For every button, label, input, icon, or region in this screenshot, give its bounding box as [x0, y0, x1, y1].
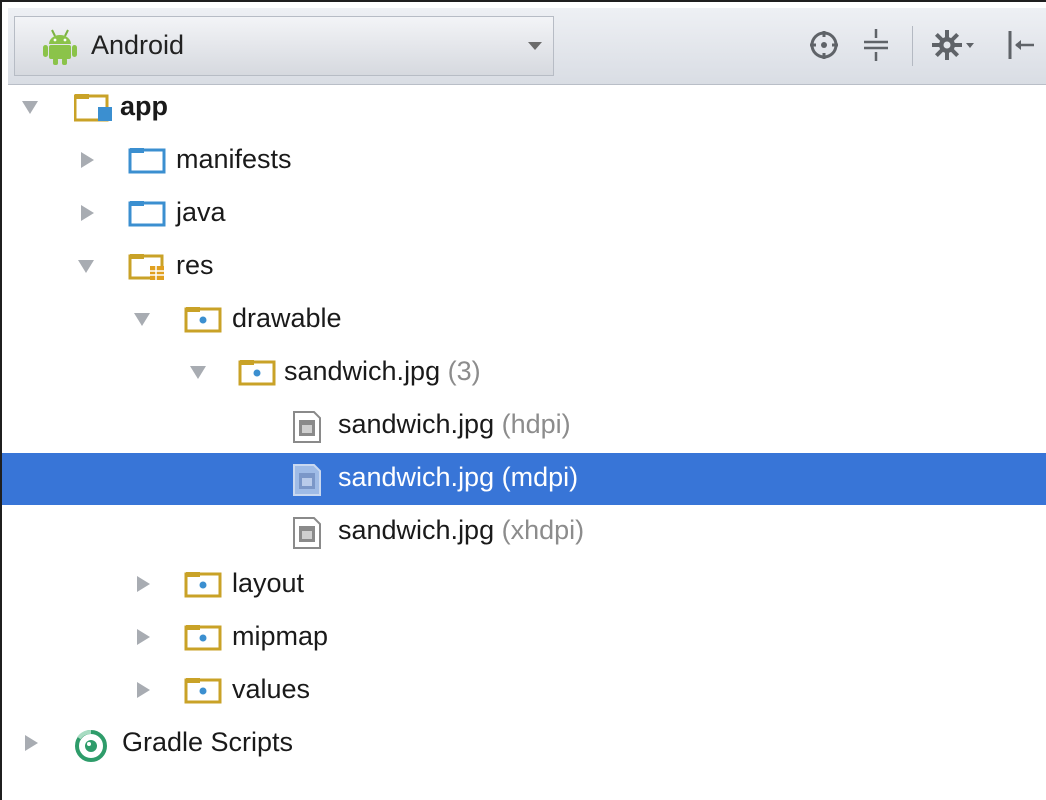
tree-item-label: drawable: [232, 303, 342, 333]
crosshair-icon[interactable]: [806, 27, 842, 63]
tree-item-manifests[interactable]: manifests: [2, 135, 1046, 187]
tree-item-label: app: [120, 91, 169, 121]
expanded-arrow-icon[interactable]: [22, 99, 40, 117]
collapsed-arrow-icon[interactable]: [78, 152, 96, 170]
tree-item-gradle-scripts[interactable]: Gradle Scripts: [2, 718, 1046, 770]
tree-item-mipmap[interactable]: mipmap: [2, 612, 1046, 664]
view-selector-dropdown[interactable]: Android: [14, 16, 554, 76]
tree-item-res[interactable]: res: [2, 241, 1046, 293]
file-name: sandwich.jpg: [338, 409, 495, 439]
package-folder-icon: [184, 307, 222, 333]
collapse-all-icon[interactable]: [858, 27, 894, 63]
chevron-down-icon: [528, 42, 542, 50]
tree-item-label: sandwich.jpg (3): [284, 356, 481, 387]
collapsed-arrow-icon[interactable]: [134, 682, 152, 700]
tree-item-label: layout: [232, 568, 305, 598]
file-name: sandwich.jpg: [284, 356, 441, 386]
image-file-icon: [293, 464, 321, 496]
expanded-arrow-icon[interactable]: [78, 258, 96, 276]
tree-item-label: Gradle Scripts: [122, 727, 294, 757]
density-qualifier: (xhdpi): [501, 515, 585, 545]
file-name: sandwich.jpg: [338, 515, 495, 545]
tree-item-label: sandwich.jpg (xhdpi): [338, 515, 584, 546]
resource-folder-icon: [128, 254, 164, 280]
package-folder-icon: [184, 625, 222, 651]
tree-item-sandwich-mdpi[interactable]: sandwich.jpg (mdpi): [2, 453, 1046, 505]
file-count: (3): [447, 356, 481, 386]
collapsed-arrow-icon[interactable]: [134, 576, 152, 594]
tree-item-label: java: [176, 197, 226, 227]
tree-item-sandwich-hdpi[interactable]: sandwich.jpg (hdpi): [2, 400, 1046, 452]
collapsed-arrow-icon[interactable]: [78, 205, 96, 223]
image-file-icon: [293, 517, 321, 549]
tree-item-label: mipmap: [232, 621, 329, 651]
tree-item-values[interactable]: values: [2, 665, 1046, 717]
tree-item-label: sandwich.jpg (hdpi): [338, 409, 571, 440]
gradle-icon: [75, 730, 107, 762]
gear-icon[interactable]: [930, 27, 976, 63]
module-folder-icon: [74, 94, 112, 122]
package-folder-icon: [184, 572, 222, 598]
package-folder-icon: [238, 360, 276, 386]
density-qualifier: (mdpi): [501, 462, 579, 492]
tree-item-sandwich-group[interactable]: sandwich.jpg (3): [2, 347, 1046, 399]
toolbar-separator: [912, 26, 913, 66]
tree-item-java[interactable]: java: [2, 188, 1046, 240]
hide-icon[interactable]: [1004, 27, 1040, 63]
tree-item-label: sandwich.jpg (mdpi): [338, 462, 578, 493]
project-toolbar: Android: [8, 8, 1046, 85]
tree-item-app[interactable]: app: [2, 82, 1046, 134]
density-qualifier: (hdpi): [501, 409, 571, 439]
file-name: sandwich.jpg: [338, 462, 495, 492]
package-folder-icon: [184, 678, 222, 704]
collapsed-arrow-icon[interactable]: [22, 735, 40, 753]
collapsed-arrow-icon[interactable]: [134, 629, 152, 647]
tree-item-label: res: [176, 250, 214, 280]
view-selector-label: Android: [91, 30, 185, 60]
image-file-icon: [293, 411, 321, 443]
tree-item-layout[interactable]: layout: [2, 559, 1046, 611]
tree-item-drawable[interactable]: drawable: [2, 294, 1046, 346]
expanded-arrow-icon[interactable]: [134, 311, 152, 329]
tree-item-label: manifests: [176, 144, 292, 174]
tree-item-sandwich-xhdpi[interactable]: sandwich.jpg (xhdpi): [2, 506, 1046, 558]
expanded-arrow-icon[interactable]: [190, 364, 208, 382]
folder-icon: [128, 148, 166, 174]
android-icon: [43, 29, 77, 65]
tree-item-label: values: [232, 674, 311, 704]
folder-icon: [128, 201, 166, 227]
project-tool-window: Android app manifests java res drawable …: [0, 0, 1046, 800]
